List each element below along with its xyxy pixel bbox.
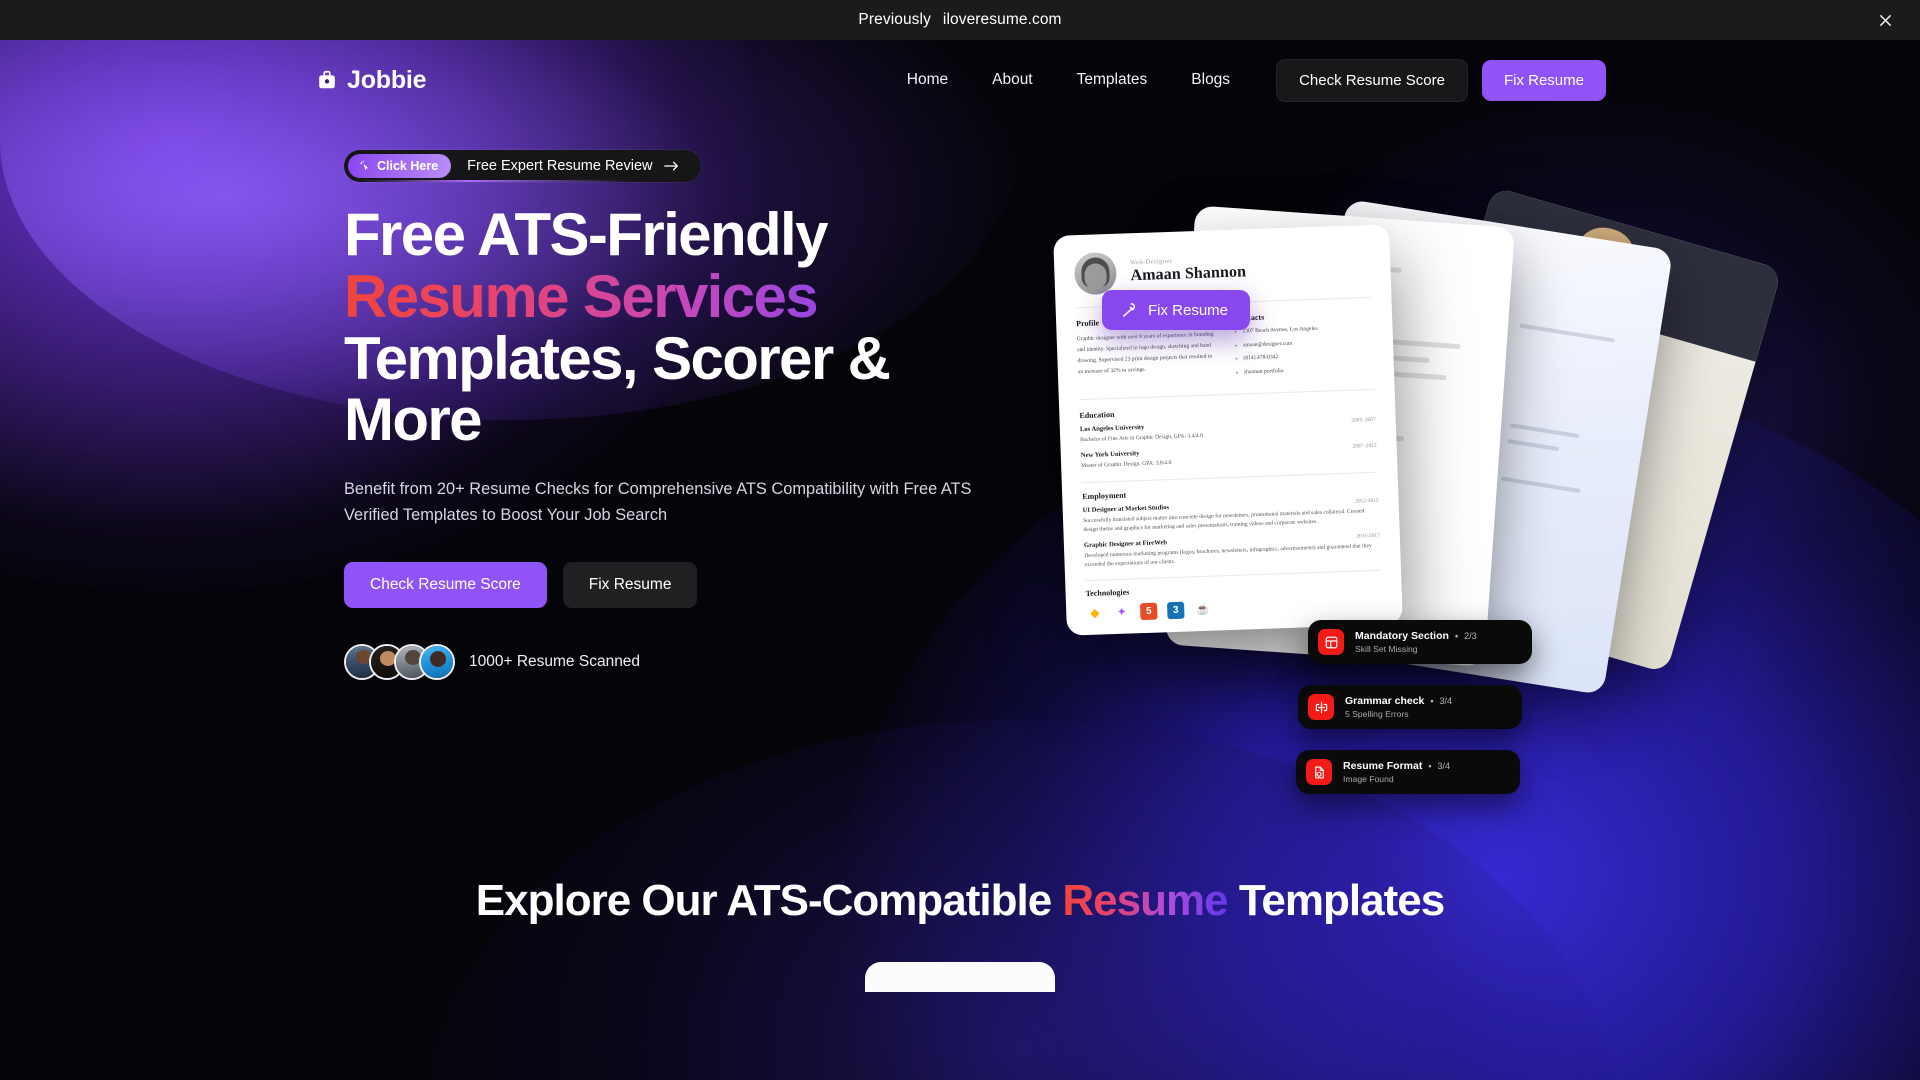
avatar-group <box>344 644 455 681</box>
announcement-previously-label: Previously <box>858 11 931 28</box>
avatar <box>419 644 455 681</box>
nav-item-templates[interactable]: Templates <box>1055 61 1170 99</box>
notification-separator: • <box>1430 696 1434 706</box>
header-check-resume-score-button[interactable]: Check Resume Score <box>1276 58 1468 102</box>
hero-cta-row: Check Resume Score Fix Resume <box>344 562 1044 609</box>
file-image-icon <box>1306 759 1332 785</box>
notification-subtitle: 5 Spelling Errors <box>1345 709 1409 719</box>
templates-title-gradient: Resume <box>1062 876 1228 926</box>
hero-badge-tag-label: Click Here <box>377 159 439 173</box>
notification-title: Grammar check <box>1345 695 1425 707</box>
page-canvas: Jobbie Home About Templates Blogs Check … <box>0 40 1920 1080</box>
templates-section: Explore Our ATS-Compatible Resume Templa… <box>0 876 1920 993</box>
arrow-right-icon <box>663 161 678 171</box>
logo-text: Jobbie <box>347 65 427 94</box>
announcement-bar: Previously iloveresume.com <box>0 0 1920 40</box>
hero-badge-tag: Click Here <box>348 154 452 178</box>
hero-subtext: Benefit from 20+ Resume Checks for Compr… <box>344 480 972 524</box>
header-fix-resume-button[interactable]: Fix Resume <box>1481 59 1606 101</box>
sparkle-cursor-icon <box>359 160 369 171</box>
hero-check-resume-score-button[interactable]: Check Resume Score <box>344 562 547 609</box>
hero-badge-text-wrap: Free Expert Resume Review <box>451 158 696 174</box>
hero-headline-line-4: More <box>344 386 483 454</box>
hero-copy: Click Here Free Expert Resume Review Fre… <box>344 120 1044 681</box>
social-proof: 1000+ Resume Scanned <box>344 644 1044 681</box>
notification-title-row: Resume Format • 3/4 <box>1343 760 1450 772</box>
templates-tab-bar[interactable] <box>865 962 1055 993</box>
nav-item-about[interactable]: About <box>970 61 1055 99</box>
notification-count: 3/4 <box>1439 696 1453 706</box>
main-navigation: Home About Templates Blogs Check Resume … <box>907 58 1606 102</box>
notification-subtitle: Image Found <box>1343 774 1394 784</box>
notification-card-resume-format[interactable]: Resume Format • 3/4 Image Found <box>1296 750 1520 794</box>
hero-fix-resume-button[interactable]: Fix Resume <box>562 562 698 609</box>
site-header: Jobbie Home About Templates Blogs Check … <box>0 40 1920 120</box>
close-icon[interactable] <box>1872 7 1898 33</box>
templates-title-part-2: Templates <box>1227 876 1445 926</box>
announcement-domain: iloveresume.com <box>942 11 1062 28</box>
hero-headline-line-1: Free ATS-Friendly <box>344 201 828 268</box>
notification-title: Resume Format <box>1343 760 1423 772</box>
briefcase-icon <box>319 70 335 89</box>
nav-item-home[interactable]: Home <box>907 61 970 99</box>
hero-headline-gradient: Resume Services <box>344 265 1044 328</box>
templates-title-part-1: Explore Our ATS-Compatible <box>475 876 1063 926</box>
social-proof-text: 1000+ Resume Scanned <box>469 653 641 671</box>
templates-section-title: Explore Our ATS-Compatible Resume Templa… <box>0 876 1920 926</box>
notification-title-row: Grammar check • 3/4 <box>1345 695 1452 707</box>
notification-card-grammar-check[interactable]: Grammar check • 3/4 5 Spelling Errors <box>1298 685 1522 729</box>
hero-badge[interactable]: Click Here Free Expert Resume Review <box>344 150 701 182</box>
nav-item-blogs[interactable]: Blogs <box>1169 61 1252 99</box>
notification-count: 3/4 <box>1437 761 1451 771</box>
grammar-icon <box>1308 694 1334 720</box>
hero-headline-line-3: Templates, Scorer & <box>344 324 891 392</box>
hero-badge-text: Free Expert Resume Review <box>467 158 653 174</box>
notification-separator: • <box>1428 761 1432 771</box>
hero-section: Click Here Free Expert Resume Review Fre… <box>0 120 1920 681</box>
hero-headline: Free ATS-Friendly Resume Services Templa… <box>344 204 1044 451</box>
logo[interactable]: Jobbie <box>316 65 427 95</box>
